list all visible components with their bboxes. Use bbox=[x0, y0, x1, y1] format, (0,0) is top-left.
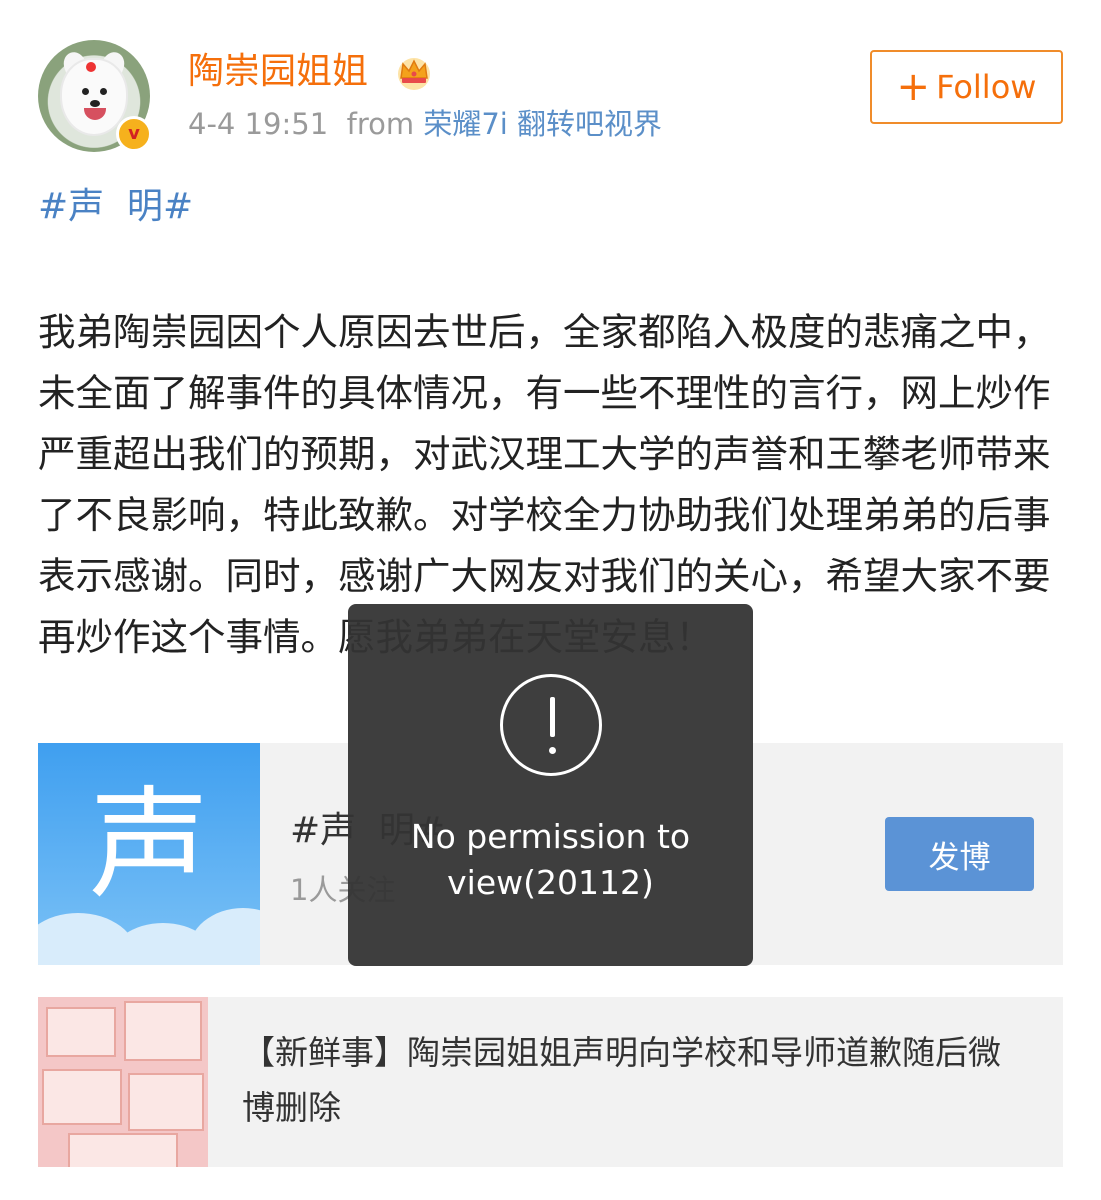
post-meta: 4-4 19:51 from 荣耀7i 翻转吧视界 bbox=[188, 104, 662, 144]
news-headline[interactable]: 【新鲜事】陶崇园姐姐声明向学校和导师道歉随后微博删除 bbox=[242, 1025, 1022, 1135]
follow-label: Follow bbox=[936, 68, 1037, 106]
topic-thumb-char: 声 bbox=[89, 776, 209, 915]
post-button[interactable]: 发博 bbox=[885, 817, 1034, 891]
hashtag-link[interactable]: #声 明# bbox=[38, 182, 193, 232]
username[interactable]: 陶崇园姐姐 bbox=[188, 48, 368, 96]
plus-icon: + bbox=[896, 64, 931, 110]
crown-icon bbox=[398, 58, 430, 90]
post-source-link[interactable]: 荣耀7i 翻转吧视界 bbox=[423, 107, 662, 141]
from-label: from bbox=[346, 107, 415, 141]
news-thumbnail bbox=[38, 997, 208, 1167]
permission-toast: No permission to view(20112) bbox=[348, 604, 753, 966]
topic-thumbnail: 声 bbox=[38, 743, 260, 965]
post-time: 4-4 19:51 bbox=[188, 107, 329, 141]
verified-badge-icon: v bbox=[116, 116, 152, 152]
toast-message: No permission to view(20112) bbox=[410, 817, 691, 902]
follow-button[interactable]: + Follow bbox=[870, 50, 1063, 124]
exclamation-circle-icon bbox=[500, 674, 602, 776]
news-card[interactable]: 【新鲜事】陶崇园姐姐声明向学校和导师道歉随后微博删除 bbox=[38, 997, 1063, 1167]
